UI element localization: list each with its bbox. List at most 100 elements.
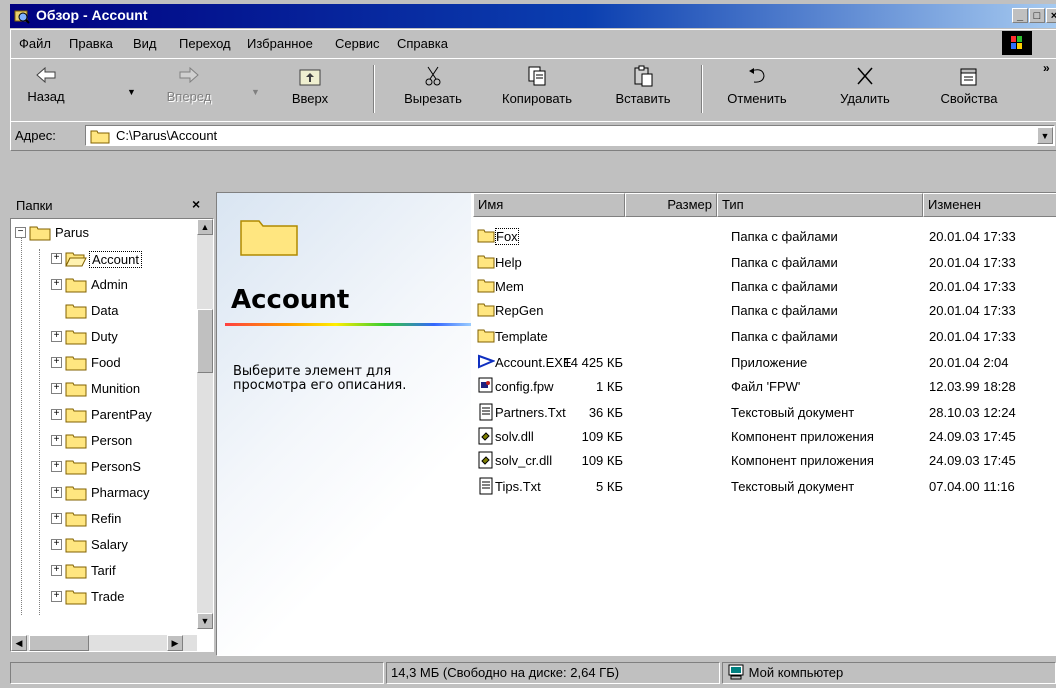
scroll-down-button[interactable]: ▼ [197, 613, 213, 629]
expand-icon[interactable]: + [51, 331, 62, 342]
expand-icon[interactable]: + [51, 279, 62, 290]
file-row-config-fpw[interactable]: config.fpw 1 КБ Файл 'FPW' 12.03.99 18:2… [473, 377, 1056, 399]
column-header-size[interactable]: Размер [625, 193, 717, 217]
toolbar-separator [701, 65, 703, 113]
file-type: Папка с файлами [731, 329, 838, 344]
status-disk-space: 14,3 МБ (Свободно на диске: 2,64 ГБ) [386, 662, 720, 684]
file-modified: 24.09.03 17:45 [929, 453, 1016, 468]
tree-node-label: Parus [55, 225, 89, 240]
properties-button[interactable]: Свойства [927, 61, 1011, 117]
column-header-modified[interactable]: Изменен [923, 193, 1056, 217]
expand-icon[interactable]: + [51, 591, 62, 602]
file-row-partners-txt[interactable]: Partners.Txt 36 КБ Текстовый документ 28… [473, 403, 1056, 425]
address-field[interactable]: C:\Parus\Account ▼ [85, 125, 1055, 146]
expand-icon[interactable]: + [51, 565, 62, 576]
toolbar-overflow-chevron[interactable]: » [1043, 61, 1050, 75]
title-bar[interactable]: Обзор - Account _ □ × [10, 4, 1056, 28]
menu-favorites[interactable]: Избранное [247, 36, 313, 51]
tree-guide-line [21, 235, 22, 615]
tree-node-label: Person [91, 433, 133, 448]
column-header-type[interactable]: Тип [717, 193, 923, 217]
scroll-right-button[interactable]: ▶ [167, 635, 183, 651]
forward-dropdown-icon[interactable]: ▼ [251, 87, 260, 97]
file-row-solv-dll[interactable]: solv.dll 109 КБ Компонент приложения 24.… [473, 427, 1056, 449]
large-folder-icon [240, 220, 298, 256]
folder-title: Account [231, 285, 350, 315]
expand-icon[interactable]: + [51, 539, 62, 550]
file-modified: 12.03.99 18:28 [929, 379, 1016, 394]
file-row-help[interactable]: Help Папка с файлами 20.01.04 17:33 [473, 253, 1056, 275]
scroll-thumb[interactable] [197, 309, 213, 373]
expand-icon[interactable]: + [51, 513, 62, 524]
file-row-tips-txt[interactable]: Tips.Txt 5 КБ Текстовый документ 07.04.0… [473, 477, 1056, 499]
menu-edit[interactable]: Правка [69, 36, 113, 51]
copy-button[interactable]: Копировать [487, 61, 587, 117]
scroll-up-button[interactable]: ▲ [197, 219, 213, 235]
expand-icon[interactable]: + [51, 435, 62, 446]
column-header-name[interactable]: Имя [473, 193, 625, 217]
minimize-button[interactable]: _ [1012, 8, 1028, 23]
folders-pane-close-icon[interactable]: × [192, 196, 200, 212]
folder-icon [477, 303, 495, 317]
expand-icon[interactable]: + [51, 383, 62, 394]
file-row-template[interactable]: Template Папка с файлами 20.01.04 17:33 [473, 327, 1056, 349]
undo-button[interactable]: Отменить [715, 61, 799, 117]
status-panel-empty [10, 662, 384, 684]
web-view-panel: Account Выберите элемент для просмотра е… [217, 193, 471, 655]
folder-icon [65, 434, 87, 449]
forward-button[interactable]: Вперед [157, 61, 221, 117]
up-button[interactable]: Вверх [285, 61, 335, 117]
expand-icon[interactable]: + [51, 409, 62, 420]
menu-view[interactable]: Вид [133, 36, 157, 51]
column-header-label: Изменен [928, 197, 982, 212]
file-name: Fox [495, 228, 519, 245]
tree-horizontal-scrollbar[interactable]: ◀ ▶ [11, 635, 197, 651]
forward-arrow-icon [179, 66, 199, 84]
tree-node-label: Refin [91, 511, 122, 526]
menu-help[interactable]: Справка [397, 36, 448, 51]
back-label: Назад [27, 89, 65, 104]
tree-node-label: Tarif [91, 563, 116, 578]
scissors-icon [425, 66, 441, 86]
file-type: Компонент приложения [731, 429, 874, 444]
close-button[interactable]: × [1046, 8, 1056, 23]
folder-tree[interactable]: − Parus + Account + Admin Data + Duty + … [10, 218, 214, 652]
file-size: 109 КБ [581, 453, 623, 468]
tree-node-label: Data [91, 303, 119, 318]
properties-icon [960, 68, 977, 86]
file-row-repgen[interactable]: RepGen Папка с файлами 20.01.04 17:33 [473, 301, 1056, 323]
collapse-icon[interactable]: − [15, 227, 26, 238]
paste-button[interactable]: Вставить [601, 61, 685, 117]
maximize-button[interactable]: □ [1029, 8, 1045, 23]
file-row-mem[interactable]: Mem Папка с файлами 20.01.04 17:33 [473, 277, 1056, 299]
expand-icon[interactable]: + [51, 487, 62, 498]
scroll-thumb[interactable] [29, 635, 89, 651]
delete-button[interactable]: Удалить [827, 61, 903, 117]
menu-go[interactable]: Переход [179, 36, 231, 51]
file-row-fox[interactable]: Fox Папка с файлами 20.01.04 17:33 [473, 227, 1056, 249]
expand-icon[interactable]: + [51, 357, 62, 368]
folder-icon [65, 382, 87, 397]
back-dropdown-icon[interactable]: ▼ [127, 87, 136, 97]
file-name: RepGen [495, 303, 544, 318]
address-dropdown-button[interactable]: ▼ [1037, 127, 1053, 144]
file-type: Приложение [731, 355, 808, 370]
menu-file[interactable]: Файл [19, 36, 51, 51]
tree-vertical-scrollbar[interactable]: ▲ ▼ [197, 219, 213, 629]
back-arrow-icon [36, 66, 56, 84]
properties-label: Свойства [940, 91, 998, 106]
standard-toolbar: Назад ▼ Вперед ▼ Вверх Вырезать Копирова… [10, 58, 1056, 122]
file-list[interactable]: Имя Размер Тип Изменен Fox Папка с файла… [473, 193, 1056, 655]
dll-component-icon [478, 427, 493, 445]
file-row-account-exe[interactable]: Account.EXE 14 425 КБ Приложение 20.01.0… [473, 353, 1056, 375]
expand-icon[interactable]: + [51, 253, 62, 264]
scroll-left-button[interactable]: ◀ [11, 635, 27, 651]
expand-icon[interactable]: + [51, 461, 62, 472]
back-button[interactable]: Назад [21, 61, 71, 117]
file-row-solv-cr-dll[interactable]: solv_cr.dll 109 КБ Компонент приложения … [473, 451, 1056, 473]
tree-node-label: PersonS [91, 459, 141, 474]
my-computer-icon [728, 664, 744, 680]
cut-button[interactable]: Вырезать [391, 61, 475, 117]
menu-tools[interactable]: Сервис [335, 36, 380, 51]
file-size: 36 КБ [588, 405, 623, 420]
